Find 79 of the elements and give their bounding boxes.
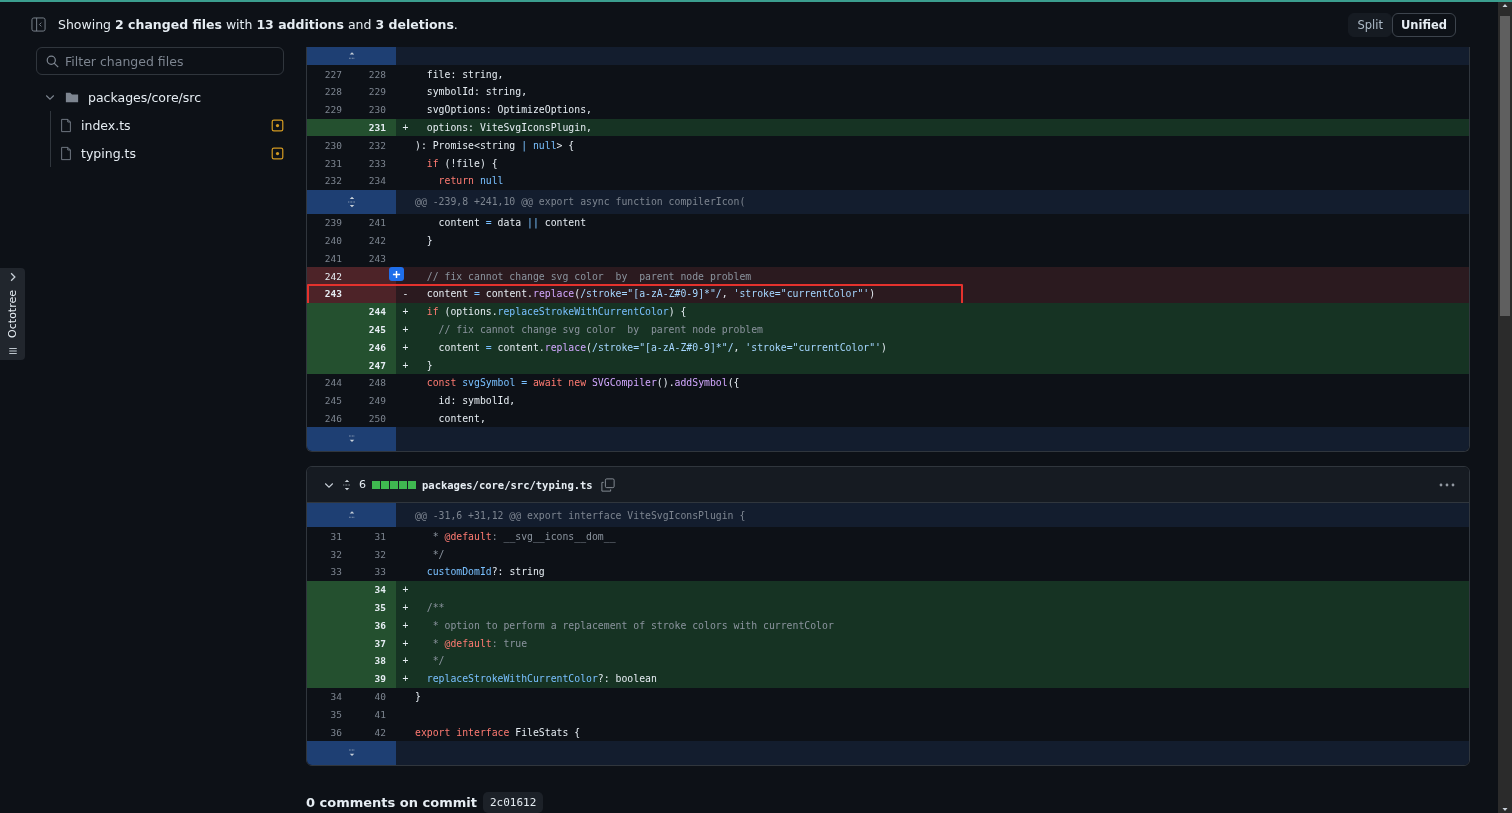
code-line: // fix cannot change svg color by parent node problem — [425, 270, 752, 282]
sidebar-toggle-icon[interactable] — [31, 17, 46, 33]
copy-icon[interactable] — [600, 477, 615, 492]
search-icon — [46, 55, 59, 69]
menu-icon — [7, 346, 18, 356]
code-line: // fix cannot change svg color by parent node problem — [437, 324, 763, 336]
hunk-header: @@ -31,6 +31,12 @@ export interface ViteSvgIconsPlugin { — [414, 509, 746, 521]
diff-marker: + — [402, 619, 409, 631]
file-name: index.ts — [81, 117, 132, 133]
code-line: /** — [425, 602, 445, 613]
code-line: } — [415, 691, 421, 702]
code-line: const svgSymbol = await new SVGCompiler().addSymbol({ — [425, 377, 740, 389]
commit-hash: 2c01612 — [482, 792, 544, 813]
file-path: packages/core/src/typing.ts — [422, 478, 593, 491]
code-line: content, — [437, 413, 486, 425]
code-line: content = content.replace(/stroke="[a-zA-Z#0-9]*"/, 'stroke="currentColor"') — [425, 288, 876, 300]
view-mode-button[interactable]: Split — [1348, 12, 1392, 37]
line-number: 37 — [352, 634, 396, 652]
code-line: * @default: __svg__icons__dom__ — [431, 530, 616, 542]
line-number: 246 — [352, 338, 396, 357]
code-line: * @default: true — [431, 637, 528, 649]
folder-name: packages/core/src — [88, 89, 203, 105]
expand-icon[interactable] — [341, 478, 353, 491]
view-mode-button[interactable]: Unified — [1391, 12, 1456, 37]
octotree-label: Octotree — [6, 290, 19, 338]
diffstat-bar — [372, 480, 416, 489]
filter-field[interactable]: Filter changed files — [36, 47, 284, 76]
line-number: 36 — [352, 616, 396, 635]
code-line: file: string, — [425, 68, 504, 80]
diff-marker: + — [402, 584, 409, 596]
code-line: */ — [431, 548, 445, 560]
more-options-button[interactable] — [1439, 482, 1455, 487]
file-item[interactable]: index.ts — [51, 111, 284, 140]
file-icon — [59, 145, 73, 161]
octotree-tab[interactable]: Octotree — [0, 268, 25, 360]
code-line: options: ViteSvgIconsPlugin, — [425, 122, 592, 134]
code-line: } — [425, 235, 433, 247]
code-line: replaceStrokeWithCurrentColor?: boolean — [425, 673, 657, 685]
change-count: 6 — [359, 478, 366, 492]
code-line: customDomId?: string — [425, 566, 545, 578]
code-line: } — [425, 359, 433, 371]
diff-marker: + — [402, 602, 409, 613]
comments-heading: 0 comments on commit — [306, 795, 477, 810]
file-name: typing.ts — [81, 145, 137, 161]
folder-icon — [64, 90, 80, 105]
code-line: content = data || content — [437, 217, 587, 229]
code-line: ): Promise<string | null> { — [415, 139, 575, 151]
hunk-header: @@ -239,8 +241,10 @@ export async function compilerIcon( — [414, 196, 746, 208]
diff-marker: - — [402, 288, 409, 300]
code-line: content = content.replace(/stroke="[a-zA-Z#0-9]*"/, 'stroke="currentColor"') — [437, 341, 887, 353]
line-number: 247 — [352, 356, 396, 375]
diff-summary: Showing 2 changed files with 13 additions and 3 deletions. — [58, 17, 459, 33]
diff-marker: + — [402, 655, 409, 667]
expand-icon[interactable] — [345, 195, 358, 208]
scroll-up-icon[interactable] — [1501, 2, 1509, 10]
line-number: 242 — [307, 267, 352, 286]
code-line: if (options.replaceStrokeWithCurrentColor) { — [425, 306, 687, 318]
diff-marker: + — [402, 637, 409, 649]
diff-marker: + — [402, 359, 409, 371]
code-line: symbolId: string, — [425, 86, 528, 98]
folder-item[interactable]: packages/core/src — [36, 83, 284, 112]
diff-marker: + — [402, 341, 409, 353]
code-line: */ — [431, 655, 445, 667]
diff-marker: + — [402, 324, 409, 336]
code-line: if (!file) { — [425, 157, 498, 169]
scrollbar-thumb[interactable] — [1500, 16, 1510, 316]
diff-marker: + — [402, 122, 409, 134]
line-number: 38 — [352, 652, 396, 670]
code-line: return null — [437, 175, 504, 187]
code-line: svgOptions: OptimizeOptions, — [425, 104, 592, 116]
scroll-down-icon[interactable] — [1501, 805, 1509, 813]
file-item[interactable]: typing.ts — [51, 139, 284, 168]
code-line: export interface FileStats { — [415, 726, 581, 738]
gutter-cell — [352, 267, 396, 286]
code-line: * option to perform a replacement of stroke colors with currentColor — [431, 619, 834, 631]
code-line: id: symbolId, — [437, 395, 516, 407]
diff-marker: + — [402, 306, 409, 318]
diff-marker: + — [402, 673, 409, 685]
file-icon — [59, 117, 73, 133]
